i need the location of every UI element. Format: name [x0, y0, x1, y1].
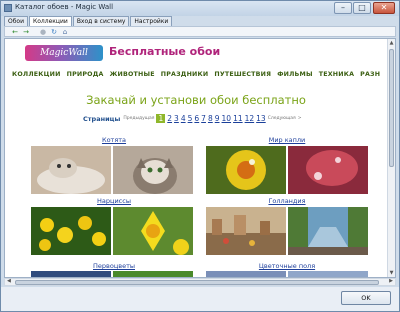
back-arrow-icon[interactable]: ←	[11, 28, 19, 36]
home-icon[interactable]: ⌂	[61, 28, 69, 36]
category-title-narcissus[interactable]: Нарциссы	[33, 197, 195, 205]
pagination-next[interactable]: Следующая	[268, 116, 296, 121]
vertical-scrollbar[interactable]: ▲ ▼	[387, 39, 395, 277]
vertical-scroll-thumb[interactable]	[389, 49, 394, 167]
page-1[interactable]: 1	[156, 114, 166, 123]
scroll-down-icon[interactable]: ▼	[388, 269, 395, 277]
maximize-button[interactable]: □	[353, 2, 371, 14]
page-2[interactable]: 2	[167, 114, 172, 123]
page-10[interactable]: 10	[222, 114, 232, 123]
app-icon	[4, 4, 12, 12]
category-title-primroses[interactable]: Первоцветы	[33, 262, 195, 270]
thumbnail-field-2[interactable]	[288, 271, 368, 277]
page-13[interactable]: 13	[256, 114, 266, 123]
tab-login[interactable]: Вход в систему	[72, 16, 130, 26]
site-title: Бесплатные обои	[109, 45, 221, 58]
category-title-flower-fields[interactable]: Цветочные поля	[206, 262, 368, 270]
horizontal-scroll-thumb[interactable]	[15, 280, 379, 285]
nav-item-nature[interactable]: ПРИРОДА	[67, 71, 104, 78]
page-6[interactable]: 6	[194, 114, 199, 123]
nav-item-misc[interactable]: РАЗН	[360, 71, 380, 78]
window-title: Каталог обоев - Magic Wall	[15, 3, 114, 11]
page-4[interactable]: 4	[181, 114, 186, 123]
pagination: Страницы Предыдущая 1 2 3 4 5 6 7 8 9 10…	[83, 114, 304, 123]
minimize-button[interactable]: –	[334, 2, 352, 14]
site-logo[interactable]: MagicWall	[25, 45, 103, 61]
close-button[interactable]: ✕	[373, 2, 395, 14]
forward-arrow-icon[interactable]: →	[22, 28, 30, 36]
pagination-next-arrow[interactable]: >	[298, 116, 302, 121]
nav-item-movies[interactable]: ФИЛЬМЫ	[277, 71, 313, 78]
category-title-drops[interactable]: Мир капли	[206, 136, 368, 144]
nav-item-tech[interactable]: ТЕХНИКА	[319, 71, 354, 78]
site-nav: КОЛЛЕКЦИИ ПРИРОДА ЖИВОТНЫЕ ПРАЗДНИКИ ПУТ…	[12, 71, 386, 78]
page-3[interactable]: 3	[174, 114, 179, 123]
tab-bar: Обои Коллекции Вход в систему Настройки	[4, 16, 173, 26]
nav-item-animals[interactable]: ЖИВОТНЫЕ	[110, 71, 155, 78]
app-window: Каталог обоев - Magic Wall – □ ✕ Обои Ко…	[0, 0, 400, 312]
thumbnail-primrose-1[interactable]	[31, 271, 111, 277]
page-11[interactable]: 11	[233, 114, 243, 123]
thumbnail-drop-1[interactable]	[206, 146, 286, 194]
thumbnail-holland-2[interactable]	[288, 207, 368, 255]
page-8[interactable]: 8	[208, 114, 213, 123]
category-title-holland[interactable]: Голландия	[206, 197, 368, 205]
tab-settings[interactable]: Настройки	[130, 16, 173, 26]
refresh-icon[interactable]: ↻	[50, 28, 58, 36]
thumbnail-field-1[interactable]	[206, 271, 286, 277]
scroll-right-icon[interactable]: ▶	[389, 278, 393, 284]
thumbnail-kitten-1[interactable]	[31, 146, 111, 194]
tab-wallpapers[interactable]: Обои	[4, 16, 28, 26]
stop-icon[interactable]: ●	[39, 28, 47, 36]
thumbnail-narcissus-1[interactable]	[31, 207, 111, 255]
ok-button[interactable]: OK	[341, 291, 391, 305]
page-9[interactable]: 9	[215, 114, 220, 123]
pagination-prev[interactable]: Предыдущая	[123, 116, 154, 121]
page-5[interactable]: 5	[188, 114, 193, 123]
nav-item-holidays[interactable]: ПРАЗДНИКИ	[161, 71, 209, 78]
pagination-label: Страницы	[83, 114, 121, 123]
horizontal-scrollbar[interactable]: ◀ ▶	[4, 278, 396, 286]
nav-item-travel[interactable]: ПУТЕШЕСТВИЯ	[214, 71, 271, 78]
nav-item-collections[interactable]: КОЛЛЕКЦИИ	[12, 71, 61, 78]
page-headline: Закачай и установи обои бесплатно	[86, 93, 306, 107]
scroll-up-icon[interactable]: ▲	[388, 39, 395, 47]
page-12[interactable]: 12	[245, 114, 255, 123]
site-header: MagicWall Бесплатные обои	[5, 39, 387, 67]
scroll-left-icon[interactable]: ◀	[7, 278, 11, 284]
thumbnail-narcissus-2[interactable]	[113, 207, 193, 255]
thumbnail-primrose-2[interactable]	[113, 271, 193, 277]
thumbnail-kitten-2[interactable]	[113, 146, 193, 194]
thumbnail-drop-2[interactable]	[288, 146, 368, 194]
browser-toolbar: ← → ● ↻ ⌂	[4, 26, 396, 37]
dialog-footer: OK	[1, 287, 399, 311]
thumbnail-holland-1[interactable]	[206, 207, 286, 255]
title-bar: Каталог обоев - Magic Wall – □ ✕	[1, 1, 399, 16]
tab-collections[interactable]: Коллекции	[29, 16, 72, 26]
web-content: MagicWall Бесплатные обои КОЛЛЕКЦИИ ПРИР…	[4, 38, 396, 278]
page-7[interactable]: 7	[201, 114, 206, 123]
category-title-kittens[interactable]: Котята	[33, 136, 195, 144]
